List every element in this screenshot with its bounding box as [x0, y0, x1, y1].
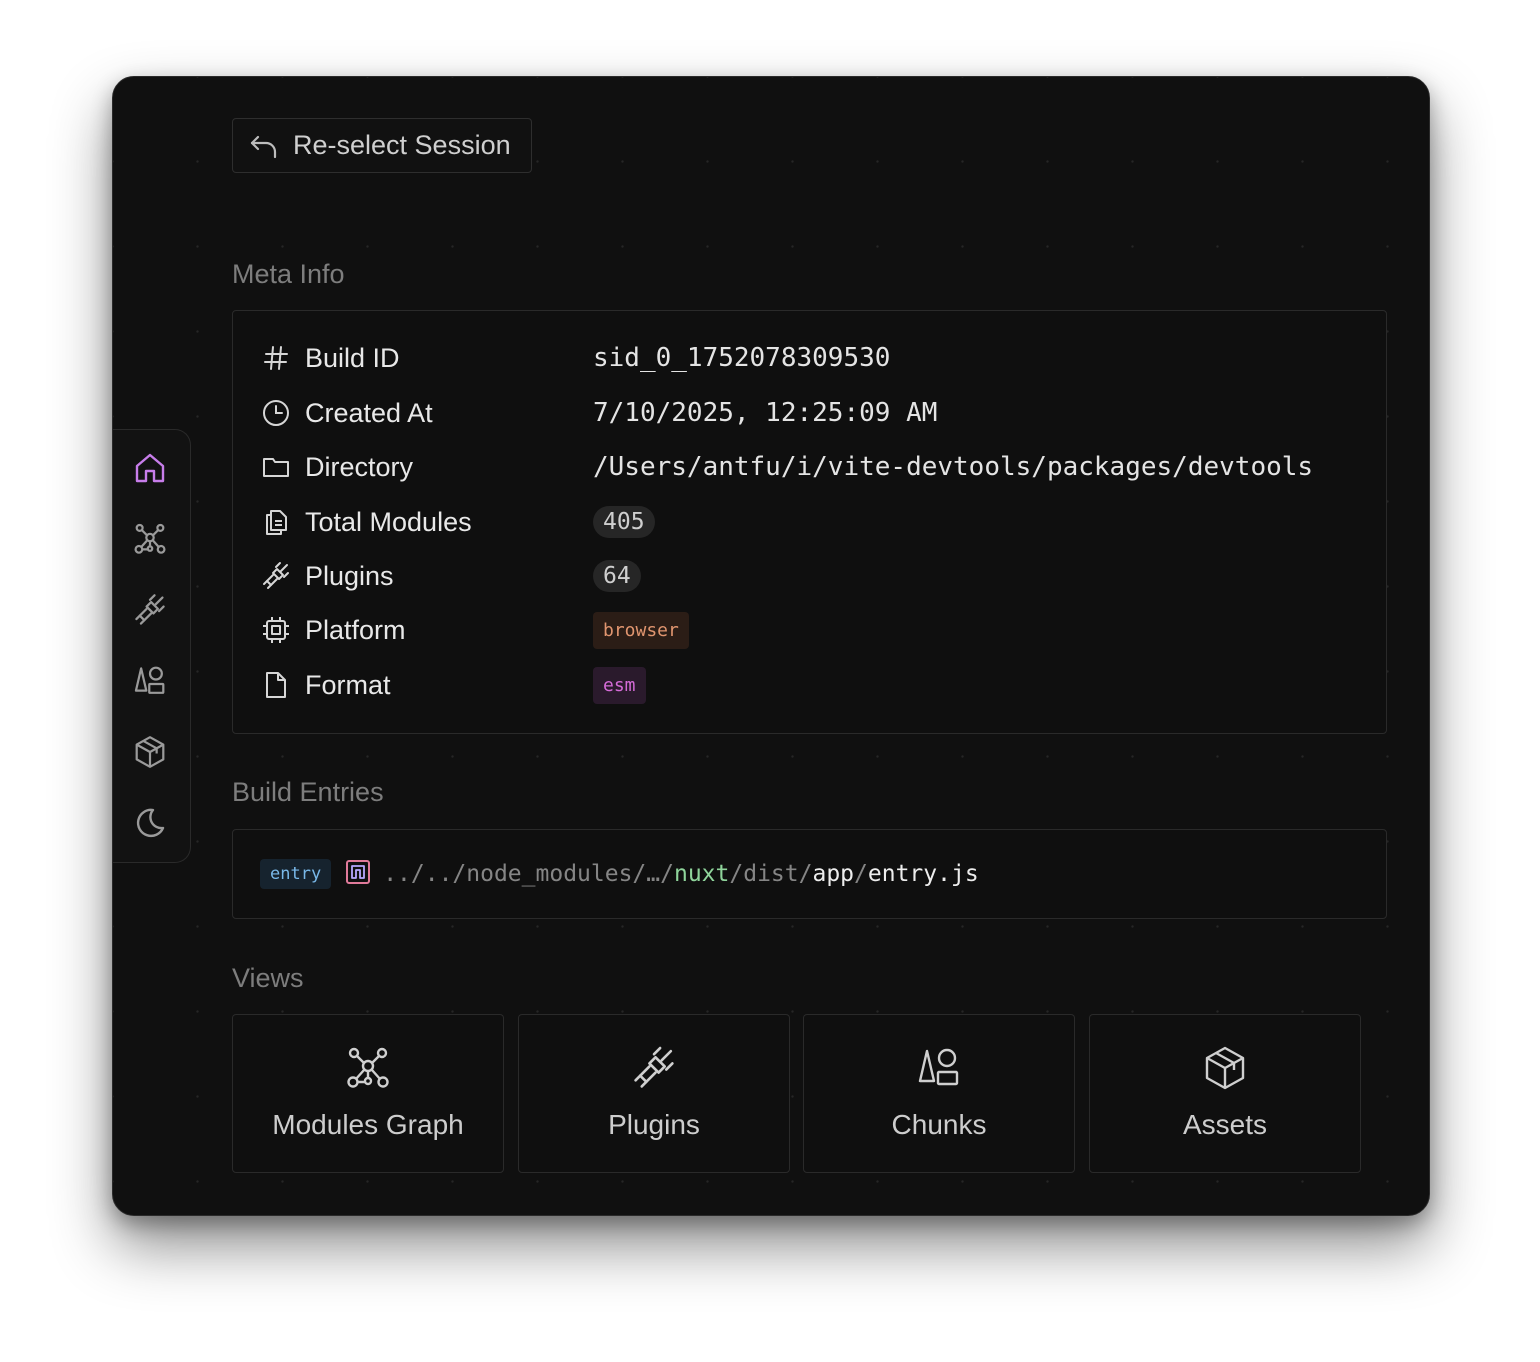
plug-icon	[261, 561, 291, 591]
entry-path-dir: app	[812, 861, 855, 887]
entry-path-separator: /	[854, 861, 868, 887]
build-id-value: sid_0_1752078309530	[593, 343, 891, 373]
hash-icon	[261, 343, 291, 373]
reselect-session-button[interactable]: Re-select Session	[232, 118, 532, 173]
views-title: Views	[232, 963, 304, 993]
file-icon	[261, 670, 291, 700]
entry-path-separator: /	[798, 861, 813, 887]
reselect-session-label: Re-select Session	[293, 130, 511, 160]
package-icon	[135, 736, 165, 768]
meta-row-format: Format	[261, 665, 391, 705]
platform-badge: browser	[593, 611, 689, 649]
sidebar-nav	[113, 429, 191, 863]
meta-row-created-at: Created At	[261, 393, 433, 433]
build-entries-title: Build Entries	[232, 777, 384, 807]
sidebar-item-graph[interactable]	[132, 521, 168, 557]
view-card-modules-graph[interactable]: Modules Graph	[232, 1014, 504, 1173]
entry-badge: entry	[260, 859, 332, 889]
graph-icon	[347, 1047, 389, 1088]
view-label-modules-graph: Modules Graph	[272, 1109, 464, 1140]
view-label-plugins: Plugins	[608, 1109, 700, 1140]
meta-row-build-id: Build ID	[261, 338, 400, 378]
sidebar-item-home[interactable]	[132, 450, 168, 486]
files-icon	[261, 507, 291, 537]
clock-icon	[261, 398, 291, 428]
devtools-window: Re-select Session Meta Info Build ID sid…	[112, 76, 1430, 1216]
undo-arrow-icon	[250, 135, 277, 158]
total-modules-badge: 405	[593, 506, 655, 538]
meta-info-title: Meta Info	[232, 259, 345, 289]
meta-row-platform: Platform	[261, 610, 406, 650]
moon-icon	[136, 808, 165, 838]
entry-path: ../../node_modules/…/nuxt/dist/app/entry…	[383, 861, 978, 887]
meta-row-directory: Directory	[261, 447, 413, 487]
view-label-assets: Assets	[1182, 1109, 1268, 1140]
entry-path-separator: /	[729, 861, 744, 887]
nuxt-logo-icon	[345, 859, 371, 890]
sidebar-item-assets[interactable]	[132, 734, 168, 770]
plugins-badge: 64	[593, 560, 641, 592]
view-label-chunks: Chunks	[891, 1109, 987, 1140]
format-value: esm	[593, 665, 646, 705]
folder-icon	[261, 452, 291, 482]
view-card-plugins[interactable]: Plugins	[518, 1014, 790, 1173]
format-label: Format	[305, 669, 391, 700]
plug-icon	[135, 594, 165, 625]
cpu-icon	[261, 615, 291, 645]
view-card-assets[interactable]: Assets	[1089, 1014, 1361, 1173]
home-icon	[135, 453, 165, 483]
meta-info-panel: Build ID sid_0_1752078309530 Created At …	[232, 310, 1387, 734]
total-modules-value: 405	[593, 502, 655, 542]
shapes-icon	[918, 1048, 959, 1086]
sidebar-item-chunks[interactable]	[132, 663, 168, 699]
build-id-label: Build ID	[305, 342, 400, 373]
entry-path-package: nuxt	[673, 861, 730, 887]
build-entries-panel: entry ../../node_modules/…/nuxt/dist/app…	[232, 829, 1387, 919]
plugins-label: Plugins	[305, 560, 394, 591]
created-at-value: 7/10/2025, 12:25:09 AM	[593, 398, 938, 428]
entry-item[interactable]: entry ../../node_modules/…/nuxt/dist/app…	[260, 858, 979, 890]
format-badge: esm	[593, 666, 646, 704]
sidebar-item-plugins[interactable]	[132, 592, 168, 628]
total-modules-label: Total Modules	[305, 506, 472, 537]
entry-path-dist: dist	[743, 861, 799, 887]
platform-label: Platform	[305, 614, 406, 645]
plugins-value: 64	[593, 556, 641, 596]
shapes-icon	[134, 666, 165, 694]
package-icon	[1205, 1046, 1245, 1090]
entry-path-file: entry.js	[867, 861, 979, 887]
created-at-label: Created At	[305, 397, 433, 428]
meta-row-plugins: Plugins	[261, 556, 394, 596]
meta-row-total-modules: Total Modules	[261, 502, 472, 542]
platform-value: browser	[593, 610, 689, 650]
directory-value: /Users/antfu/i/vite-devtools/packages/de…	[593, 452, 1314, 482]
plug-icon	[634, 1046, 674, 1088]
directory-label: Directory	[305, 451, 414, 482]
sidebar-item-theme-toggle[interactable]	[132, 805, 168, 841]
entry-path-prefix: ../../node_modules/…/	[383, 861, 674, 887]
view-card-chunks[interactable]: Chunks	[803, 1014, 1075, 1173]
graph-icon	[134, 523, 166, 554]
